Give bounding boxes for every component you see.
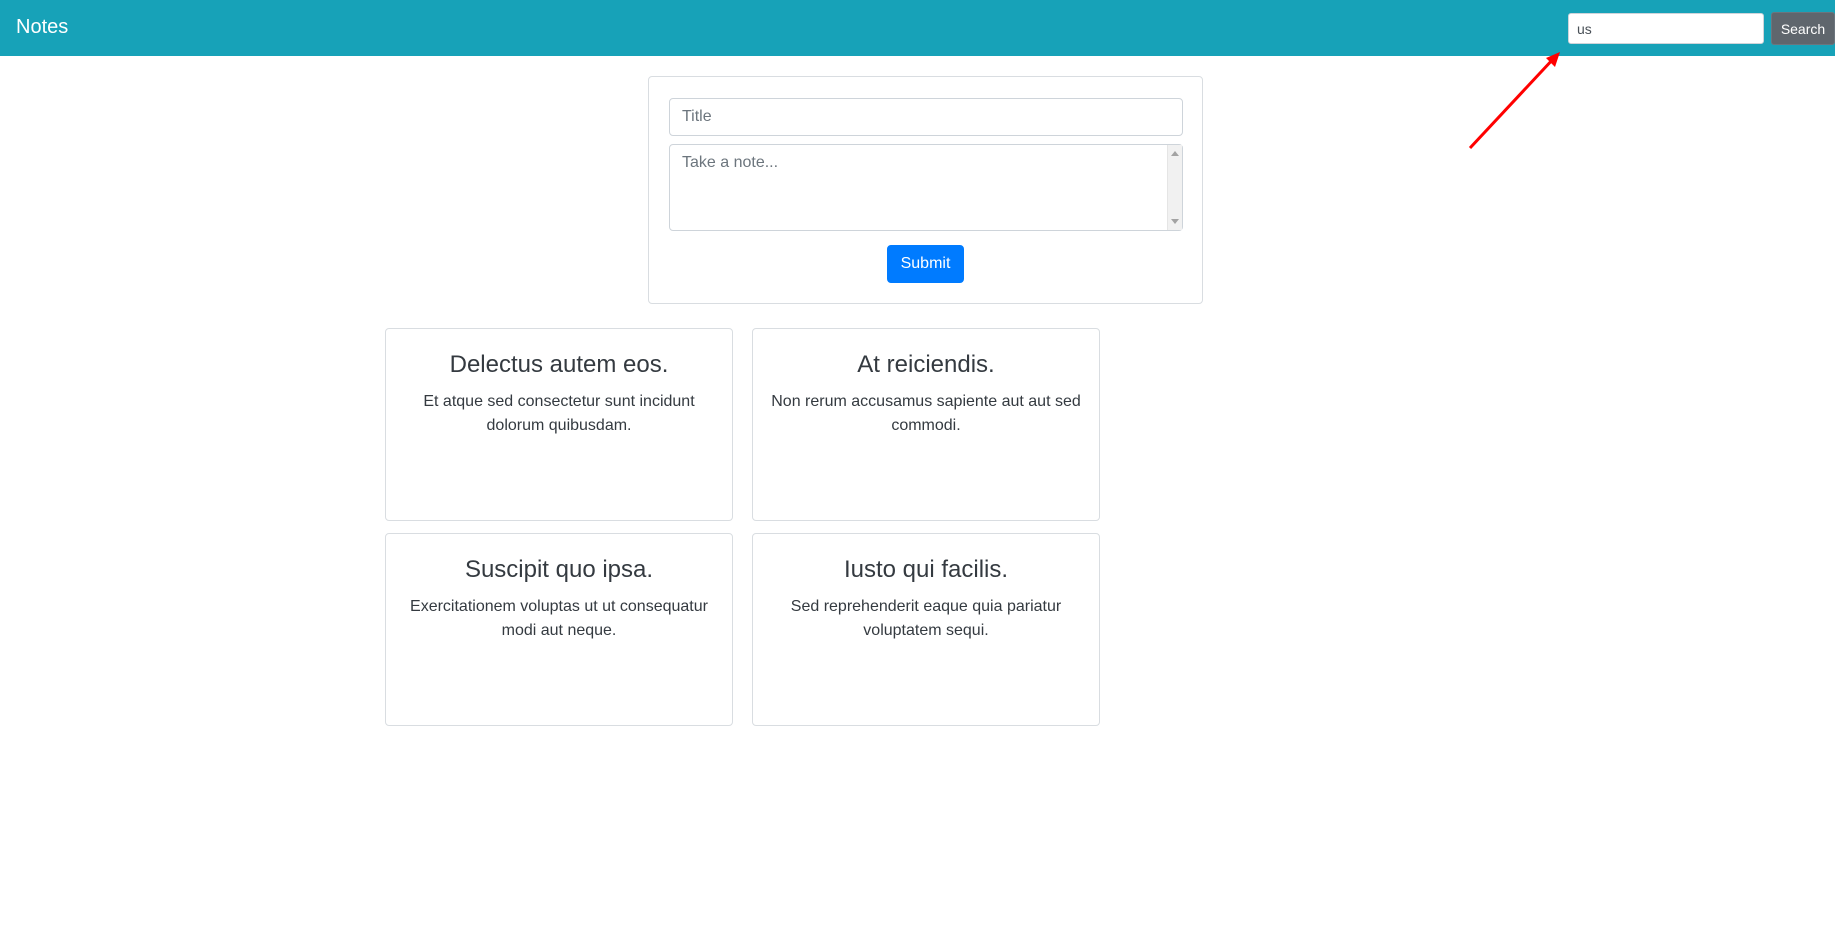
- scroll-down-icon[interactable]: [1171, 219, 1179, 224]
- note-body: Et atque sed consectetur sunt incidunt d…: [423, 393, 695, 434]
- brand-title[interactable]: Notes: [16, 15, 68, 39]
- submit-button[interactable]: Submit: [887, 245, 964, 283]
- note-card[interactable]: Suscipit quo ipsa. Exercitationem volupt…: [385, 533, 733, 726]
- note-body: Non rerum accusamus sapiente aut aut sed…: [771, 393, 1081, 434]
- note-title: Suscipit quo ipsa.: [464, 556, 654, 583]
- search-button[interactable]: Search: [1771, 12, 1835, 45]
- note-card[interactable]: Iusto qui facilis. Sed reprehenderit eaq…: [752, 533, 1100, 726]
- note-card[interactable]: Delectus autem eos. Et atque sed consect…: [385, 328, 733, 521]
- annotation-arrow-icon: [1468, 52, 1560, 150]
- note-form: Submit: [648, 76, 1203, 304]
- note-body: Exercitationem voluptas ut ut consequatu…: [410, 598, 708, 639]
- search-input[interactable]: [1568, 13, 1764, 44]
- textarea-scrollbar[interactable]: [1167, 145, 1182, 230]
- scroll-up-icon[interactable]: [1171, 151, 1179, 156]
- note-title: Delectus autem eos.: [449, 351, 669, 378]
- title-input[interactable]: [669, 98, 1183, 136]
- note-card[interactable]: At reiciendis. Non rerum accusamus sapie…: [752, 328, 1100, 521]
- note-textarea[interactable]: [669, 144, 1183, 231]
- note-title: At reiciendis.: [857, 351, 995, 378]
- arrow-shaft: [1468, 55, 1557, 150]
- note-title: Iusto qui facilis.: [843, 556, 1009, 583]
- note-body: Sed reprehenderit eaque quia pariatur vo…: [790, 598, 1062, 639]
